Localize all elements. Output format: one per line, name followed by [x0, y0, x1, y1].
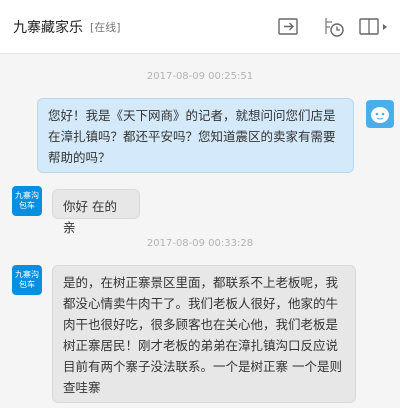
forward-icon[interactable]	[275, 14, 303, 40]
window-panel-icon[interactable]	[357, 14, 393, 40]
avatar[interactable]: 九寨沟包车	[12, 265, 42, 295]
incoming-message: 是的，在树正寨景区里面，都联系不上老板呢，我都没心情卖牛肉干了。我们老板人很好，…	[52, 265, 356, 403]
message-timestamp: 2017-08-09 00:33:28	[146, 238, 254, 249]
outgoing-message: 您好！我是《天下网商》的记者，就想问问您们店是在漳扎镇吗？都还平安吗？您知道震区…	[37, 98, 354, 173]
clock-icon[interactable]	[320, 14, 348, 40]
chat-header: 九寨藏家乐 [在线]	[0, 0, 400, 54]
contact-name: 九寨藏家乐	[13, 20, 83, 36]
message-timestamp: 2017-08-09 00:25:51	[146, 71, 254, 82]
avatar[interactable]: 九寨沟包车	[12, 186, 42, 216]
avatar[interactable]	[366, 100, 394, 128]
online-status: [在线]	[90, 21, 121, 34]
incoming-message: 你好 在的 亲	[52, 189, 140, 235]
